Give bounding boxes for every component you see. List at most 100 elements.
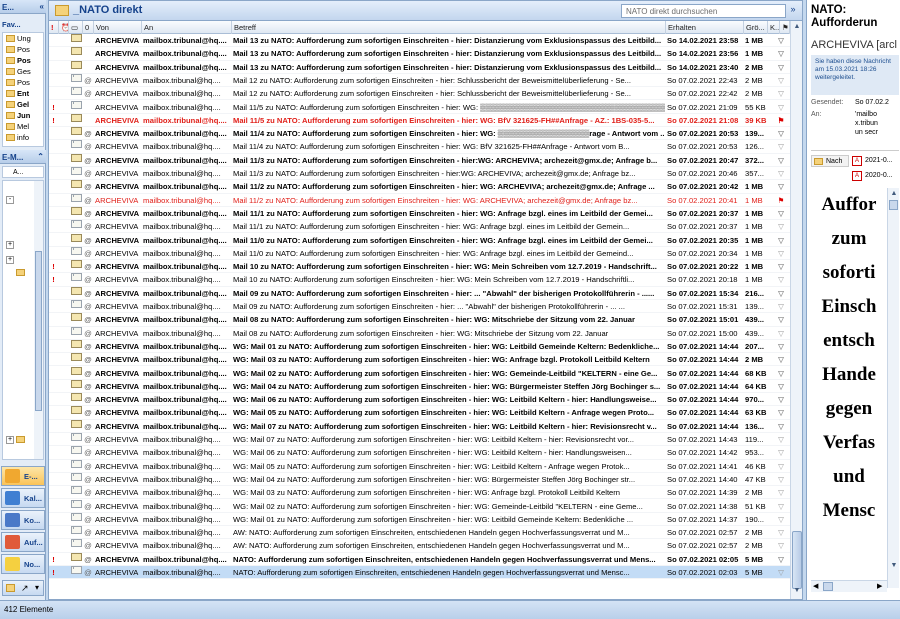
message-row[interactable]: @ ARCHEVIVA mailbox.tribunal@hq.... WG: Mai… xyxy=(49,446,790,460)
flag-icon[interactable]: ▽ xyxy=(775,74,787,87)
flag-icon[interactable]: ▽ xyxy=(775,127,787,140)
folder-item[interactable]: Mel xyxy=(3,121,43,132)
shortcuts-icon[interactable]: ↗ xyxy=(21,583,29,594)
flag-icon[interactable]: ▽ xyxy=(775,380,787,393)
size-column-header[interactable]: Grö... xyxy=(744,21,768,34)
message-row[interactable]: @ ARCHEVIVA mailbox.tribunal@hq.... Mail 11… xyxy=(49,180,790,194)
folder-item[interactable]: Ges xyxy=(3,66,43,77)
message-row[interactable]: @ ARCHEVIVA mailbox.tribunal@hq.... Mail 11… xyxy=(49,246,790,261)
folder-item[interactable]: Pos xyxy=(3,44,43,55)
nav-button[interactable]: Ko... xyxy=(1,510,45,530)
message-row[interactable]: @ ARCHEVIVA mailbox.tribunal@hq.... Mail 12… xyxy=(49,87,790,101)
flag-icon[interactable]: ▽ xyxy=(775,327,787,340)
reading-horizontal-scrollbar[interactable]: ◀ ▶ xyxy=(811,580,887,592)
flag-icon[interactable]: ▽ xyxy=(775,473,787,486)
scroll-down-icon[interactable]: ▼ xyxy=(889,562,899,572)
expand-icon[interactable]: + xyxy=(6,436,14,444)
nav-button[interactable]: Auf... xyxy=(1,532,45,552)
message-body[interactable]: Auffor zum soforti Einsch entsch Hande gegen Ve… xyxy=(811,188,887,588)
folder-list-icon[interactable] xyxy=(6,584,15,592)
flag-icon[interactable]: ▽ xyxy=(775,273,787,286)
message-list-scrollbar[interactable]: ▲ ▼ xyxy=(790,21,802,599)
icon-column-header[interactable]: ▭ xyxy=(69,21,83,34)
flag-icon[interactable]: ▽ xyxy=(775,340,787,353)
flag-icon[interactable]: ▽ xyxy=(775,140,787,153)
attachment-item[interactable]: A 2020-0... xyxy=(851,170,893,182)
reading-hscroll-thumb[interactable] xyxy=(823,582,833,591)
message-row[interactable]: @ ARCHEVIVA mailbox.tribunal@hq.... WG: Mai… xyxy=(49,512,790,527)
flag-icon[interactable]: ▽ xyxy=(775,180,787,193)
flag-icon[interactable]: ▽ xyxy=(775,247,787,260)
message-row[interactable]: @ ARCHEVIVA mailbox.tribunal@hq.... WG: Mai… xyxy=(49,433,790,447)
flag-icon[interactable]: ⚑ xyxy=(775,194,787,207)
folder-item[interactable]: Jun xyxy=(3,110,43,121)
folder-item[interactable]: Ung xyxy=(3,33,43,44)
flag-icon[interactable]: ▽ xyxy=(775,393,787,406)
message-row[interactable]: @ ARCHEVIVA mailbox.tribunal@hq.... Mail 11… xyxy=(49,220,790,234)
attachment-column-header[interactable]: 0 xyxy=(83,21,94,34)
reading-scrollbar[interactable]: ▲ ▼ xyxy=(887,188,899,588)
flag-icon[interactable]: ▽ xyxy=(775,513,787,526)
message-row[interactable]: @ ARCHEVIVA mailbox.tribunal@hq.... Mail 11… xyxy=(49,127,790,141)
flag-icon[interactable]: ▽ xyxy=(775,87,787,100)
message-row[interactable]: ARCHEVIVA mailbox.tribunal@hq.... Mail 13 … xyxy=(49,34,790,48)
flag-icon[interactable]: ▽ xyxy=(775,566,787,579)
scroll-right-icon[interactable]: ▶ xyxy=(877,582,882,590)
message-row[interactable]: @ ARCHEVIVA mailbox.tribunal@hq.... WG: Mai… xyxy=(49,459,790,473)
message-tab[interactable]: Nach xyxy=(811,155,849,167)
message-row[interactable]: @ ARCHEVIVA mailbox.tribunal@hq.... Mail 11… xyxy=(49,167,790,181)
flag-icon[interactable]: ▽ xyxy=(775,500,787,513)
message-row[interactable]: ARCHEVIVA mailbox.tribunal@hq.... Mail 13 … xyxy=(49,47,790,61)
folder-item[interactable]: Pos xyxy=(3,77,43,88)
scroll-left-icon[interactable]: ◀ xyxy=(813,582,818,590)
from-column-header[interactable]: Von xyxy=(94,21,142,34)
expand-icon[interactable]: + xyxy=(6,256,14,264)
scroll-down-icon[interactable]: ▼ xyxy=(792,587,802,597)
flag-icon[interactable]: ▽ xyxy=(775,61,787,74)
category-column-header[interactable]: K... xyxy=(768,21,780,34)
scroll-thumb[interactable] xyxy=(792,531,802,589)
message-row[interactable]: @ ARCHEVIVA mailbox.tribunal@hq.... Mail 11… xyxy=(49,140,790,154)
reminder-column-header[interactable]: ⏰ xyxy=(59,21,69,34)
message-row[interactable]: @ ARCHEVIVA mailbox.tribunal@hq.... WG: Mai… xyxy=(49,406,790,420)
scroll-up-icon[interactable]: ▲ xyxy=(889,190,899,200)
tree-scrollbar[interactable] xyxy=(34,181,43,459)
flag-icon[interactable]: ▽ xyxy=(775,420,787,433)
favorites-label[interactable]: Fav... xyxy=(2,20,21,29)
nav-button[interactable]: No... xyxy=(1,554,45,574)
message-row[interactable]: @ ARCHEVIVA mailbox.tribunal@hq.... Mail 09… xyxy=(49,300,790,314)
flag-icon[interactable]: ▽ xyxy=(775,101,787,114)
flag-icon[interactable]: ▽ xyxy=(775,287,787,300)
flag-icon[interactable]: ▽ xyxy=(775,220,787,233)
flag-icon[interactable]: ▽ xyxy=(775,313,787,326)
message-row[interactable]: @ ARCHEVIVA mailbox.tribunal@hq.... WG: Mai… xyxy=(49,353,790,367)
folders-chevron-icon[interactable]: ⌃ xyxy=(37,152,44,161)
flag-icon[interactable]: ▽ xyxy=(775,300,787,313)
tree-scroll-thumb[interactable] xyxy=(35,251,42,411)
flag-icon[interactable]: ▽ xyxy=(775,539,787,552)
flag-icon[interactable]: ▽ xyxy=(775,154,787,167)
mail-header[interactable]: E... « xyxy=(0,0,46,14)
message-row[interactable]: @ ARCHEVIVA mailbox.tribunal@hq.... Mail 08… xyxy=(49,313,790,327)
message-row[interactable]: ! @ ARCHEVIVA mailbox.tribunal@hq.... NATO: … xyxy=(49,552,790,566)
message-row[interactable]: ! @ ARCHEVIVA mailbox.tribunal@hq.... NATO: … xyxy=(49,566,790,580)
folder-item[interactable]: info xyxy=(3,132,43,143)
search-options-icon[interactable]: » xyxy=(787,4,799,18)
flag-icon[interactable]: ▽ xyxy=(775,47,787,60)
message-row[interactable]: @ ARCHEVIVA mailbox.tribunal@hq.... WG: Mai… xyxy=(49,366,790,380)
message-sender[interactable]: ARCHEVIVA [arcl xyxy=(811,39,897,51)
flag-icon[interactable]: ▽ xyxy=(775,486,787,499)
attachment-item[interactable]: A 2021-0... xyxy=(851,155,893,167)
flag-icon[interactable]: ▽ xyxy=(775,446,787,459)
message-row[interactable]: @ ARCHEVIVA mailbox.tribunal@hq.... Mail 11… xyxy=(49,193,790,207)
message-row[interactable]: ! ARCHEVIVA mailbox.tribunal@hq.... Mail 11… xyxy=(49,113,790,128)
received-column-header[interactable]: Erhalten xyxy=(666,21,744,34)
message-row[interactable]: @ ARCHEVIVA mailbox.tribunal@hq.... Mail 08… xyxy=(49,326,790,340)
to-value-line-3[interactable]: un secr xyxy=(855,129,878,136)
folder-tree[interactable]: - + + + xyxy=(2,180,44,460)
flag-icon[interactable]: ▽ xyxy=(775,553,787,566)
to-value-line-2[interactable]: x.tribun xyxy=(855,120,878,127)
flag-icon[interactable]: ▽ xyxy=(775,367,787,380)
flag-icon[interactable]: ▽ xyxy=(775,406,787,419)
to-value[interactable]: 'mailbo xyxy=(855,111,877,118)
